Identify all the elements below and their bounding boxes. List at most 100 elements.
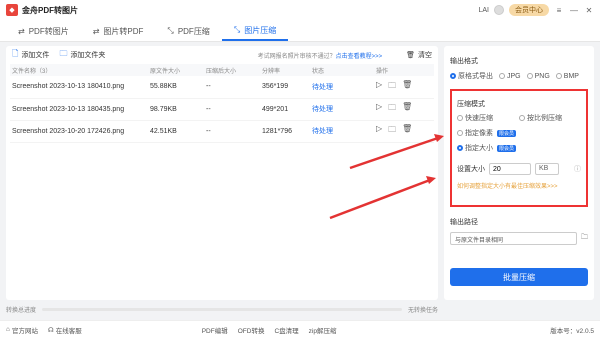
tool-disk-clean[interactable]: C盘清理 xyxy=(274,325,298,335)
col-resolution: 分辨率 xyxy=(262,68,281,75)
format-png-radio[interactable]: PNG xyxy=(526,71,550,81)
add-file-icon: 🗋 xyxy=(12,49,19,58)
image-to-pdf-icon: ⇄ xyxy=(92,26,100,36)
help-icon[interactable]: ⓘ xyxy=(574,164,581,174)
file-name: Screenshot 2023-10-13 180410.png xyxy=(10,76,148,99)
file-size: 98.79KB xyxy=(148,98,204,121)
avatar[interactable] xyxy=(494,5,504,15)
radio-label: PNG xyxy=(534,72,550,80)
output-path-select[interactable]: 与原文件目录相同 xyxy=(450,232,577,245)
title-bar: ◆ 金舟PDF转图片 LAI 会员中心 ≡ — ✕ xyxy=(0,0,600,20)
tutorial-hint: 考试网报名照片审核不通过？点击查看教程>>> xyxy=(258,51,383,60)
file-name: Screenshot 2023-10-20 172426.png xyxy=(10,120,148,143)
table-row: Screenshot 2023-10-13 180435.png 98.79KB… xyxy=(10,98,434,121)
mode-pixels-radio[interactable]: 指定像素 限会员 xyxy=(457,128,519,138)
tab-pdf-to-image[interactable]: ⇄ PDF转图片 xyxy=(6,21,81,41)
format-bmp-radio[interactable]: BMP xyxy=(555,71,579,81)
compress-settings-box: 压缩模式 快速压缩 按比例压缩 指定像素限会员 指定大小限会员 设置大小 KB … xyxy=(450,89,588,207)
tool-pdf-edit[interactable]: PDF编辑 xyxy=(202,325,228,335)
clear-button[interactable]: 🗑 清空 xyxy=(406,50,432,60)
minimize-icon[interactable]: — xyxy=(569,6,579,15)
mode-ratio-radio[interactable]: 按比例压缩 xyxy=(519,113,581,123)
close-icon[interactable]: ✕ xyxy=(584,6,594,15)
play-icon[interactable]: ▷ xyxy=(376,80,382,94)
add-folder-button[interactable]: 🗀 添加文件夹 xyxy=(59,48,105,62)
hint-text: 考试网报名照片审核不通过？ xyxy=(257,53,336,60)
add-folder-icon: 🗀 xyxy=(59,49,68,58)
col-size: 原文件大小 xyxy=(150,68,181,75)
add-file-button[interactable]: 🗋 添加文件 xyxy=(12,48,49,62)
resolution: 356*199 xyxy=(260,76,310,99)
trash-icon: 🗑 xyxy=(406,52,415,59)
radio-dot xyxy=(526,73,533,79)
format-original-radio[interactable]: 原格式导出 xyxy=(450,71,493,81)
website-link[interactable]: ⌂ 官方网站 xyxy=(6,325,38,335)
status-badge: 待处理 xyxy=(310,98,374,121)
tab-image-compress[interactable]: ⤡ 图片压缩 xyxy=(221,21,289,41)
compress-modes: 快速压缩 按比例压缩 指定像素 限会员 指定大小 限会员 xyxy=(457,113,581,153)
radio-label: 快速压缩 xyxy=(465,115,493,122)
output-path-row: 与原文件目录相同 🗀 xyxy=(450,232,588,245)
tab-label: 图片压缩 xyxy=(244,25,277,35)
radio-label: 指定大小 xyxy=(465,145,493,152)
folder-icon[interactable]: 🗀 xyxy=(388,102,396,116)
tab-label: PDF压缩 xyxy=(177,26,210,36)
progress-label: 转换总进度 xyxy=(6,308,37,314)
mode-quick-radio[interactable]: 快速压缩 xyxy=(457,113,519,123)
size-input[interactable] xyxy=(489,163,531,175)
radio-dot xyxy=(457,130,463,136)
add-file-label: 添加文件 xyxy=(21,52,50,59)
compressed-size: -- xyxy=(204,98,260,121)
status-badge: 待处理 xyxy=(310,76,374,99)
radio-label: 指定像素 xyxy=(465,130,493,137)
trash-icon[interactable]: 🗑 xyxy=(402,124,412,138)
tab-image-to-pdf[interactable]: ⇄ 图片转PDF xyxy=(81,21,156,41)
mode-size-radio[interactable]: 指定大小 限会员 xyxy=(457,143,519,153)
footer-tools: PDF编辑 OFD转换 C盘清理 zip解压缩 xyxy=(202,325,337,335)
trash-icon[interactable]: 🗑 xyxy=(402,80,412,94)
file-table: 文件名称（3） 原文件大小 压缩后大小 分辨率 状态 操作 Screenshot… xyxy=(10,64,434,143)
folder-icon[interactable]: 🗀 xyxy=(388,124,396,138)
radio-label: 按比例压缩 xyxy=(527,115,562,122)
tool-zip[interactable]: zip解压缩 xyxy=(309,325,337,335)
tutorial-link[interactable]: 点击查看教程>>> xyxy=(336,54,383,60)
tab-pdf-compress[interactable]: ⤡ PDF压缩 xyxy=(155,21,221,41)
resolution: 499*201 xyxy=(260,98,310,121)
play-icon[interactable]: ▷ xyxy=(376,124,382,138)
folder-icon[interactable]: 🗀 xyxy=(388,80,396,94)
progress-row: 转换总进度 无转换任务 xyxy=(6,305,438,314)
folder-icon[interactable]: 🗀 xyxy=(581,233,588,244)
app-logo-icon: ◆ xyxy=(6,4,18,16)
size-tip-link[interactable]: 如何调整指定大小有最佳压缩效果>>> xyxy=(457,181,581,190)
app-title: 金舟PDF转图片 xyxy=(22,5,78,15)
table-header: 文件名称（3） 原文件大小 压缩后大小 分辨率 状态 操作 xyxy=(10,64,434,76)
menu-icon[interactable]: ≡ xyxy=(554,6,564,15)
website-label: 官方网站 xyxy=(11,327,38,335)
file-size: 55.88KB xyxy=(148,76,204,99)
service-link[interactable]: ☊ 在线客服 xyxy=(48,325,82,335)
unit-select[interactable]: KB xyxy=(535,163,559,175)
trash-icon[interactable]: 🗑 xyxy=(402,102,412,116)
progress-bar xyxy=(42,308,402,311)
vip-badge: 限会员 xyxy=(497,129,517,137)
vip-center-button[interactable]: 会员中心 xyxy=(509,4,549,16)
format-options: 原格式导出 JPG PNG BMP xyxy=(450,71,588,81)
radio-dot xyxy=(555,73,562,79)
user-name[interactable]: LAI xyxy=(478,7,489,14)
radio-dot xyxy=(499,73,505,79)
version-label: 版本号：v2.0.5 xyxy=(550,327,594,335)
col-actions: 操作 xyxy=(376,68,389,75)
mode-tabs: ⇄ PDF转图片 ⇄ 图片转PDF ⤡ PDF压缩 ⤡ 图片压缩 xyxy=(0,20,600,42)
format-jpg-radio[interactable]: JPG xyxy=(499,71,521,81)
file-toolbar: 🗋 添加文件 🗀 添加文件夹 考试网报名照片审核不通过？点击查看教程>>> 🗑 … xyxy=(6,46,438,64)
radio-dot xyxy=(457,115,463,121)
batch-compress-button[interactable]: 批量压缩 xyxy=(450,268,588,286)
output-format-label: 输出格式 xyxy=(450,58,478,65)
tool-ofd-convert[interactable]: OFD转换 xyxy=(238,325,265,335)
play-icon[interactable]: ▷ xyxy=(376,102,382,116)
clear-label: 清空 xyxy=(418,52,432,59)
file-list-panel: 🗋 添加文件 🗀 添加文件夹 考试网报名照片审核不通过？点击查看教程>>> 🗑 … xyxy=(6,46,438,300)
col-after: 压缩后大小 xyxy=(206,68,237,75)
task-status: 无转换任务 xyxy=(407,308,438,314)
tab-label: PDF转图片 xyxy=(28,26,69,36)
